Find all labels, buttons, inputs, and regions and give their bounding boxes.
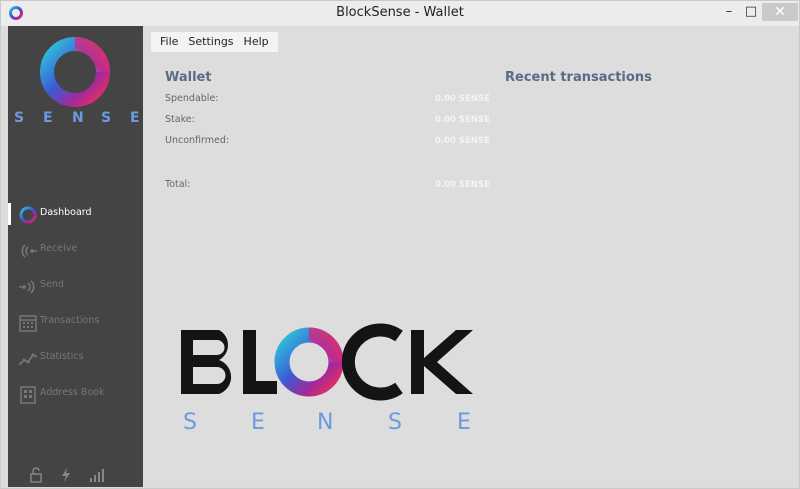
status-icons	[26, 467, 126, 483]
address-book-icon	[18, 385, 38, 405]
sidebar-item-dashboard[interactable]: Dashboard	[8, 197, 143, 233]
sidebar-item-label: Address Book	[40, 387, 105, 398]
menu-settings[interactable]: Settings	[183, 32, 238, 52]
send-icon	[18, 277, 38, 297]
unconfirmed-value: 0.00 SENSE	[435, 136, 490, 146]
sidebar-item-statistics[interactable]: Statistics	[8, 341, 143, 377]
blocksense-logo: S E N S E	[181, 322, 481, 442]
wordmark-letter: N	[72, 110, 84, 126]
dashboard-icon	[18, 205, 38, 225]
spendable-value: 0.00 SENSE	[435, 94, 490, 104]
title-bar: BlockSense - Wallet – □ ✕	[1, 1, 799, 26]
sidebar-nav: Dashboard Receive Send Transactions Stat…	[8, 197, 143, 413]
menu-help[interactable]: Help	[239, 32, 274, 52]
stake-label: Stake:	[165, 114, 195, 125]
stake-value: 0.00 SENSE	[435, 115, 490, 125]
main-content: File Settings Help Wallet Recent transac…	[143, 26, 799, 487]
maximize-button[interactable]: □	[741, 3, 761, 21]
recent-transactions-heading: Recent transactions	[505, 70, 652, 85]
lock-icon[interactable]	[28, 467, 44, 483]
sidebar-item-label: Receive	[40, 243, 78, 254]
big-logo-letter: E	[251, 410, 265, 435]
sidebar-item-label: Send	[40, 279, 64, 290]
big-logo-letter: S	[183, 410, 197, 435]
close-button[interactable]: ✕	[762, 3, 798, 21]
unconfirmed-label: Unconfirmed:	[165, 135, 230, 146]
sense-logo-icon	[35, 32, 115, 112]
sidebar-item-label: Transactions	[40, 315, 100, 326]
sidebar-item-label: Dashboard	[40, 207, 92, 218]
menu-bar: File Settings Help	[151, 32, 278, 52]
wallet-heading: Wallet	[165, 70, 212, 85]
wordmark-letter: S	[14, 110, 25, 126]
spendable-label: Spendable:	[165, 93, 219, 104]
wordmark-letter: E	[43, 110, 53, 126]
sidebar-item-send[interactable]: Send	[8, 269, 143, 305]
big-logo-letter: N	[317, 410, 333, 435]
sense-wordmark: S E N S E	[8, 110, 143, 126]
sidebar-item-address-book[interactable]: Address Book	[8, 377, 143, 413]
receive-icon	[18, 241, 38, 261]
wordmark-letter: E	[130, 110, 140, 126]
lightning-icon[interactable]	[58, 467, 74, 483]
chart-icon	[18, 349, 38, 369]
sidebar-item-label: Statistics	[40, 351, 84, 362]
signal-icon[interactable]	[88, 467, 104, 483]
sidebar: S E N S E Dashboard Receive Send Transac…	[8, 26, 143, 487]
big-logo-letter: S	[388, 410, 402, 435]
total-label: Total:	[165, 179, 191, 190]
wallet-window: BlockSense - Wallet – □ ✕ S E N S E Dash…	[0, 0, 800, 489]
sidebar-item-receive[interactable]: Receive	[8, 233, 143, 269]
minimize-button[interactable]: –	[719, 3, 739, 21]
big-logo-letter: E	[457, 410, 471, 435]
calendar-icon	[18, 313, 38, 333]
sidebar-item-transactions[interactable]: Transactions	[8, 305, 143, 341]
wordmark-letter: S	[101, 110, 112, 126]
menu-file[interactable]: File	[155, 32, 183, 52]
window-title: BlockSense - Wallet	[336, 5, 464, 20]
total-value: 0.00 SENSE	[435, 180, 490, 190]
